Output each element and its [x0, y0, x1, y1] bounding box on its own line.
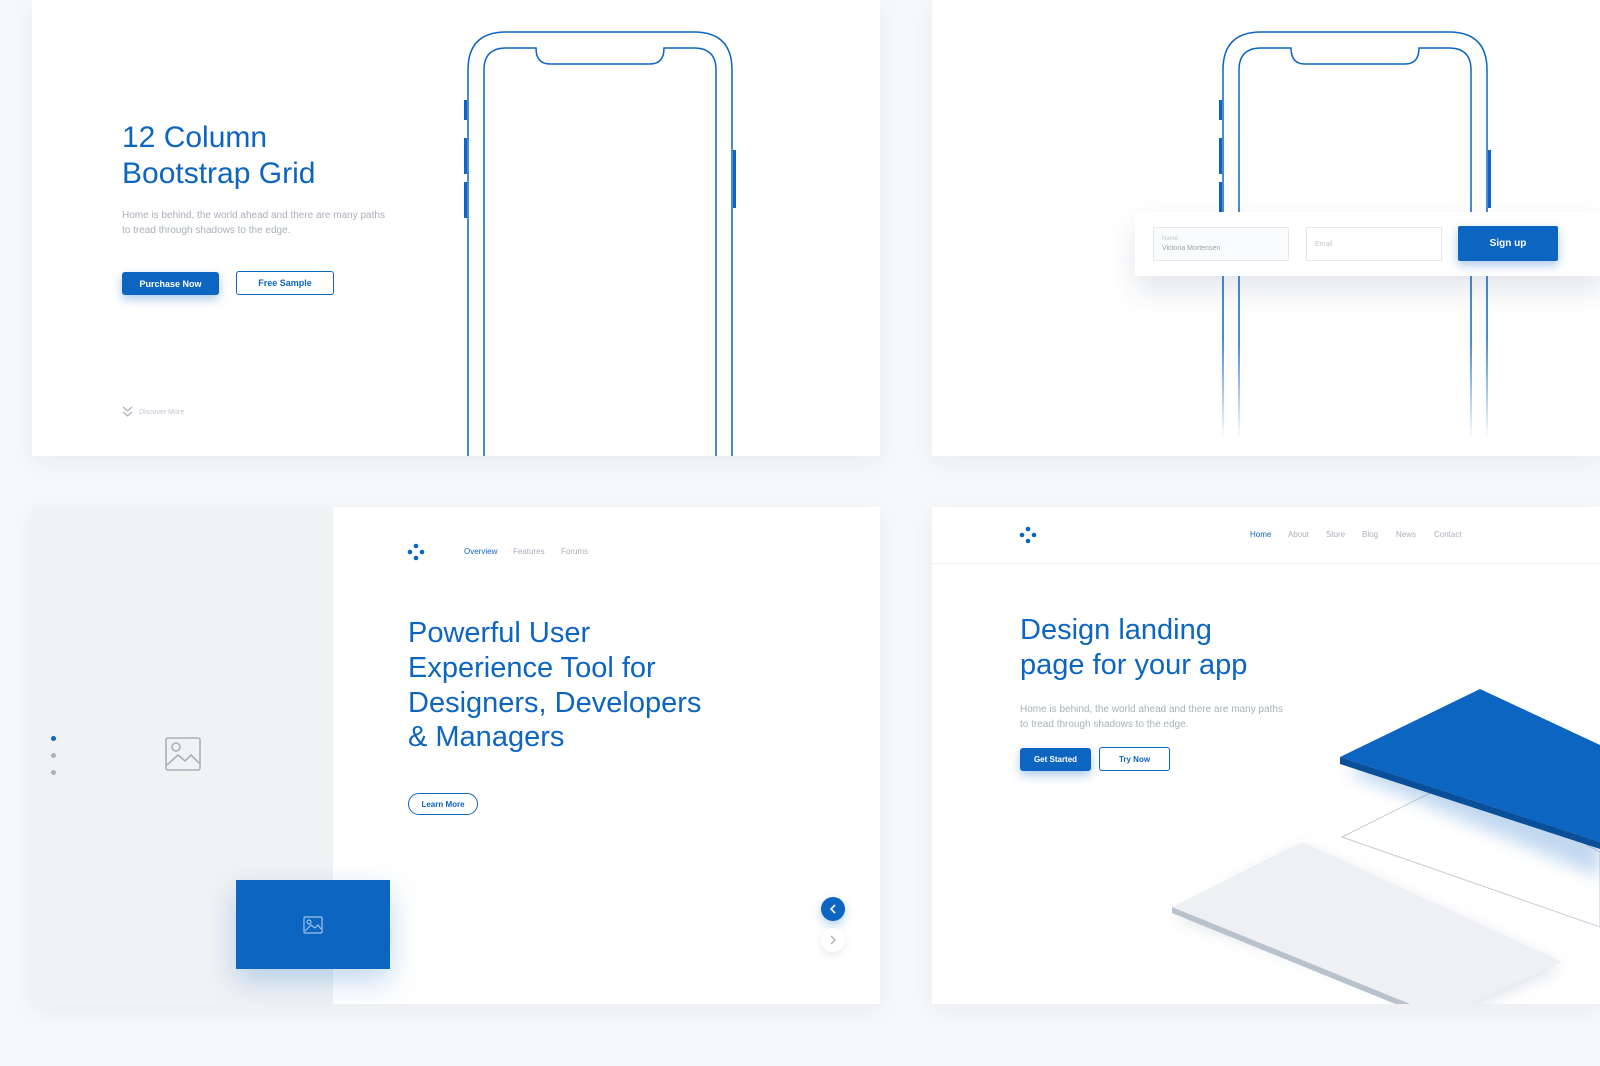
purchase-now-button[interactable]: Purchase Now [122, 272, 219, 295]
card3-title-line: Designers, Developers [408, 686, 702, 719]
featured-image-card [236, 880, 390, 969]
get-started-button[interactable]: Get Started [1020, 748, 1091, 771]
discover-more-link[interactable]: Discover More [122, 406, 184, 418]
nav-forums[interactable]: Forums [561, 547, 588, 556]
nav-home[interactable]: Home [1250, 530, 1271, 539]
email-field[interactable]: Email [1306, 227, 1442, 261]
nav-news[interactable]: News [1396, 530, 1416, 539]
card-ux-tool: Overview Features Forums Powerful User E… [32, 507, 880, 1004]
free-sample-button[interactable]: Free Sample [236, 271, 334, 295]
name-field-value: Victoria Mortensen [1162, 245, 1221, 252]
nav-contact[interactable]: Contact [1434, 530, 1462, 539]
card1-desc-line: to tread through shadows to the edge. [122, 225, 291, 236]
card1-desc-line: Home is behind, the world ahead and ther… [122, 210, 385, 221]
card1-title-line: 12 Column [122, 121, 268, 154]
chevron-double-down-icon [122, 406, 133, 417]
card4-title: Design landing page for your app [1020, 613, 1247, 683]
nav-about[interactable]: About [1288, 530, 1309, 539]
slider-dot[interactable] [51, 753, 56, 758]
card3-title: Powerful User Experience Tool for Design… [408, 616, 701, 755]
nav-store[interactable]: Store [1326, 530, 1345, 539]
sign-up-button[interactable]: Sign up [1458, 226, 1558, 261]
slider-prev-button[interactable] [821, 897, 845, 921]
card1-description: Home is behind, the world ahead and ther… [122, 208, 385, 238]
card1-title-line: Bootstrap Grid [122, 157, 316, 190]
card1-title: 12 Column Bootstrap Grid [122, 120, 315, 192]
card3-title-line: Experience Tool for [408, 651, 656, 684]
card-landing-page: Home About Store Blog News Contact Desig… [932, 507, 1600, 1004]
card-signup-form: Name Victoria Mortensen Email Sign up [932, 0, 1600, 456]
logo-dots-icon [1019, 526, 1037, 544]
header-divider [932, 563, 1600, 564]
nav-overview[interactable]: Overview [464, 547, 497, 556]
nav-blog[interactable]: Blog [1362, 530, 1378, 539]
isometric-screens-illustration [1172, 689, 1600, 1004]
name-field-label: Name [1162, 236, 1179, 242]
chevron-right-icon [830, 935, 836, 945]
image-icon [303, 915, 323, 934]
name-field[interactable]: Name Victoria Mortensen [1153, 227, 1289, 261]
card4-title-line: Design landing [1020, 614, 1212, 646]
card-bootstrap-grid: 12 Column Bootstrap Grid Home is behind,… [32, 0, 880, 456]
email-field-placeholder: Email [1315, 241, 1333, 248]
learn-more-button[interactable]: Learn More [408, 793, 478, 815]
discover-more-label: Discover More [139, 408, 185, 416]
chevron-left-icon [829, 904, 836, 914]
nav-features[interactable]: Features [513, 547, 545, 556]
card3-title-line: Powerful User [408, 617, 591, 649]
slider-dot[interactable] [51, 770, 56, 775]
try-now-button[interactable]: Try Now [1099, 747, 1170, 771]
image-icon [165, 737, 201, 771]
logo-dots-icon [407, 543, 425, 561]
slider-dot[interactable] [51, 736, 56, 741]
slider-next-button[interactable] [821, 928, 845, 952]
phone-outline [464, 31, 736, 456]
card3-title-line: & Managers [408, 721, 565, 754]
